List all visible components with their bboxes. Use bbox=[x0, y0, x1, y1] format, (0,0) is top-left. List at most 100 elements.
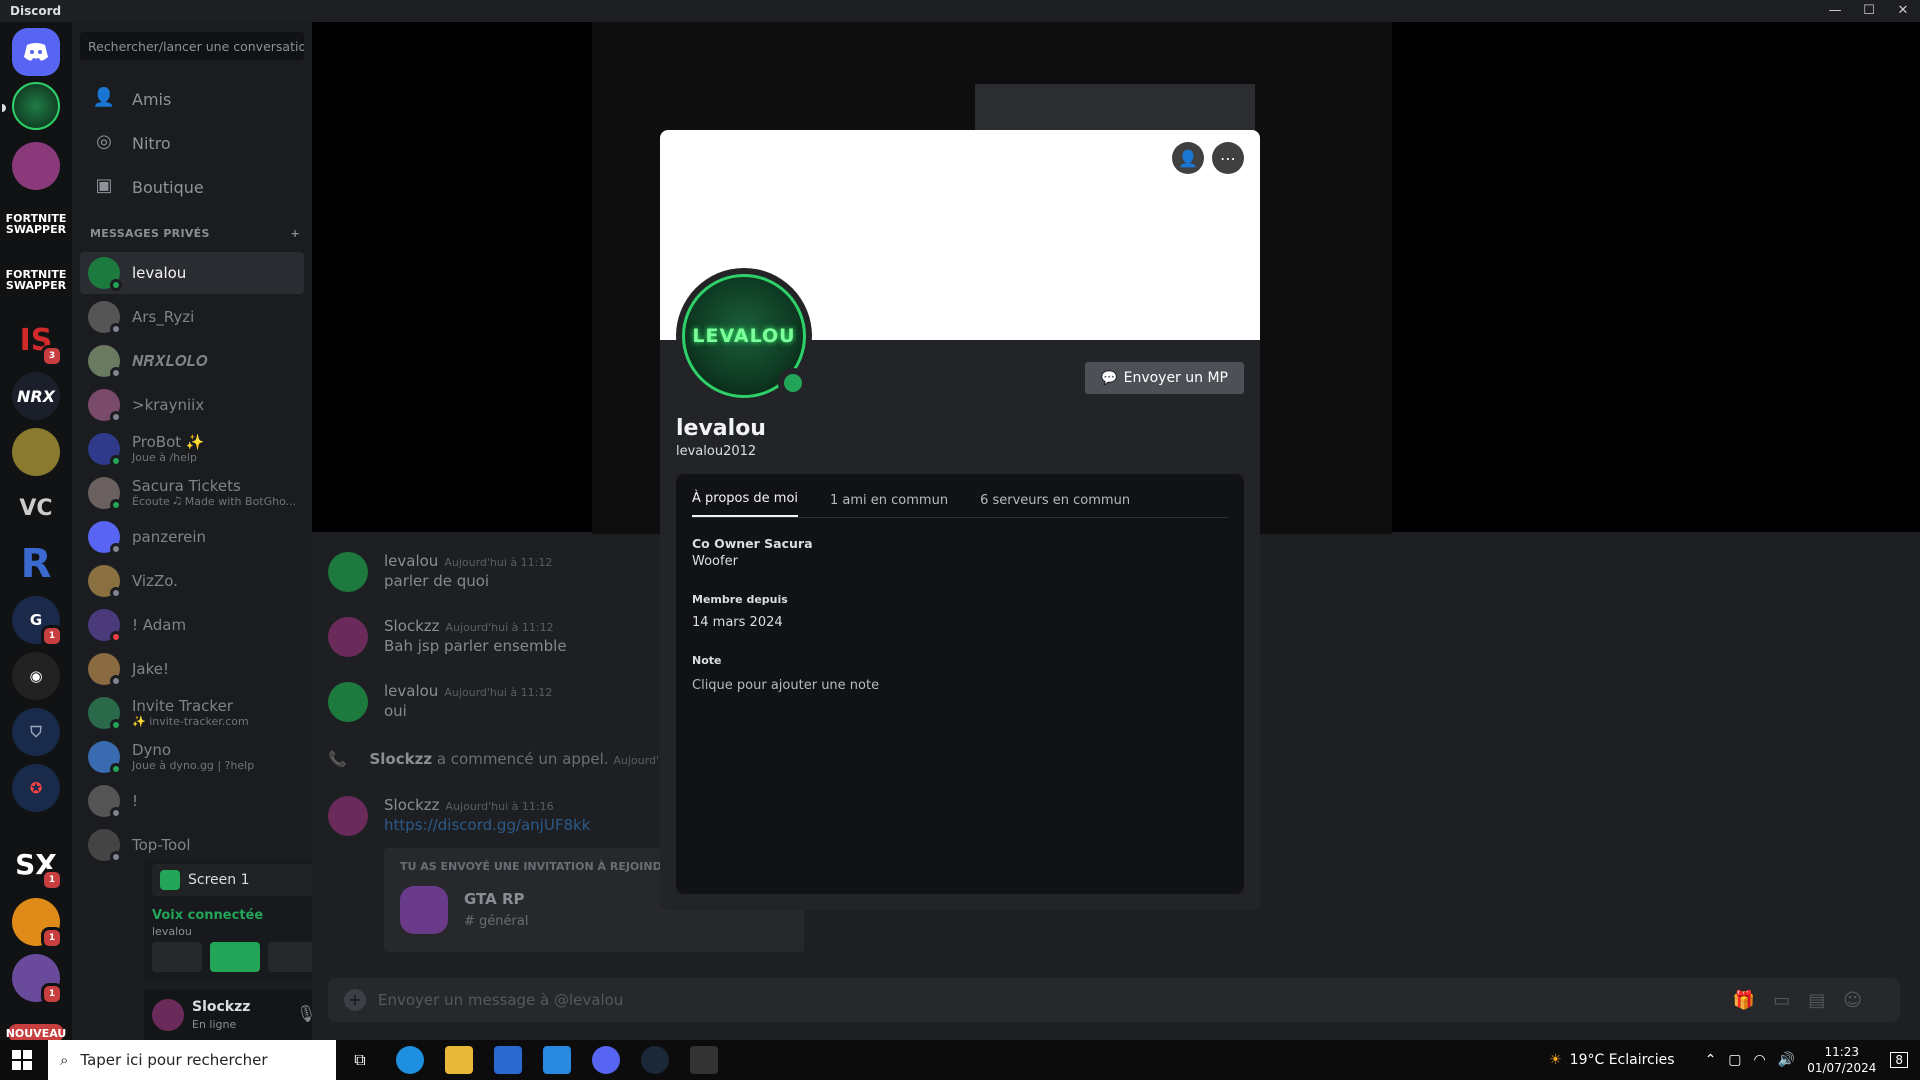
dm-item[interactable]: ProBot ✨ Joue à /help bbox=[80, 428, 304, 470]
composer-input[interactable]: Envoyer un message à @levalou bbox=[378, 991, 623, 1009]
network-icon[interactable]: ◠ bbox=[1754, 1052, 1766, 1068]
windows-start-icon[interactable] bbox=[12, 1050, 32, 1070]
note-input[interactable]: Clique pour ajouter une note bbox=[692, 678, 1228, 693]
message-author[interactable]: Slockzz Aujourd'hui à 11:16 bbox=[384, 796, 554, 814]
activity-button[interactable] bbox=[268, 942, 318, 972]
server-is-icon[interactable]: IS 3 bbox=[12, 316, 63, 367]
user-name: Slockzz bbox=[192, 999, 251, 1015]
dm-item[interactable]: Sacura Tickets Écoute 🎝 Made with BotGho.… bbox=[80, 472, 304, 514]
friends-icon: 👤 bbox=[92, 87, 116, 108]
server-r-icon[interactable]: R bbox=[12, 540, 60, 588]
tab-about[interactable]: À propos de moi bbox=[692, 491, 799, 517]
dm-item[interactable]: Jake! bbox=[80, 648, 304, 690]
chevron-up-icon[interactable]: ⌃ bbox=[1705, 1052, 1717, 1068]
nav-nitro[interactable]: ◎ Nitro bbox=[80, 122, 304, 164]
sticker-icon[interactable]: ▤ bbox=[1808, 990, 1843, 1011]
file-explorer-icon[interactable] bbox=[445, 1046, 473, 1074]
server-map-icon[interactable] bbox=[12, 428, 60, 476]
avatar bbox=[88, 653, 122, 687]
attach-plus-icon[interactable]: + bbox=[344, 989, 366, 1011]
avatar[interactable] bbox=[328, 617, 368, 657]
avatar[interactable] bbox=[328, 682, 368, 722]
server-g-icon[interactable]: G1 bbox=[12, 596, 63, 647]
gif-icon[interactable]: ▭ bbox=[1773, 990, 1808, 1011]
dm-item[interactable]: ! bbox=[80, 780, 304, 822]
dm-item[interactable]: >krayniix bbox=[80, 384, 304, 426]
more-options-icon[interactable]: ⋯ bbox=[1212, 142, 1244, 174]
camera-off-button[interactable] bbox=[152, 942, 202, 972]
server-nrx-icon[interactable]: NRX bbox=[12, 372, 60, 420]
taskbar-search[interactable]: ⌕ Taper ici pour rechercher bbox=[48, 1040, 336, 1080]
profile-display-name: levalou bbox=[676, 416, 766, 441]
clock[interactable]: 11:23 01/07/2024 bbox=[1807, 1044, 1876, 1076]
message-link[interactable]: https://discord.gg/anjUF8kk bbox=[384, 816, 590, 834]
message-text: Bah jsp parler ensemble bbox=[384, 637, 567, 655]
new-badge[interactable]: NOUVEAU bbox=[6, 1024, 66, 1040]
meet-icon[interactable]: ▢ bbox=[1728, 1052, 1741, 1068]
avatar[interactable] bbox=[328, 552, 368, 592]
server-fortnite-swapper-2-icon[interactable]: FORTNITE SWAPPER bbox=[6, 256, 67, 304]
dm-item[interactable]: Dyno Joue à dyno.gg | ?help bbox=[80, 736, 304, 778]
tab-mutual-friends[interactable]: 1 ami en commun bbox=[830, 493, 948, 517]
dm-name: Sacura Tickets bbox=[132, 477, 241, 495]
home-discord-icon[interactable] bbox=[12, 28, 60, 76]
profile-avatar[interactable]: LEVALOU bbox=[676, 268, 812, 404]
screen-share-button[interactable] bbox=[210, 942, 260, 972]
server-shield-icon[interactable]: ⛉ bbox=[12, 708, 60, 756]
close-button[interactable]: ✕ bbox=[1886, 0, 1920, 22]
volume-icon[interactable]: 🔊 bbox=[1778, 1052, 1795, 1068]
dm-item[interactable]: Ars_Ryzi bbox=[80, 296, 304, 338]
nav-shop[interactable]: ▣ Boutique bbox=[80, 166, 304, 208]
tab-mutual-servers[interactable]: 6 serveurs en commun bbox=[980, 493, 1130, 517]
dm-name: Invite Tracker bbox=[132, 697, 233, 715]
server-fortnite-swapper-icon[interactable]: FORTNITE SWAPPER bbox=[6, 200, 67, 248]
server-sx-icon[interactable]: SX 1 bbox=[12, 840, 63, 891]
dm-item[interactable]: ! Adam bbox=[80, 604, 304, 646]
steam-icon[interactable] bbox=[641, 1046, 669, 1074]
dm-item[interactable]: panzerein bbox=[80, 516, 304, 558]
server-fortnite-icon[interactable] bbox=[12, 142, 60, 190]
minimize-button[interactable]: — bbox=[1818, 0, 1852, 22]
search-input[interactable]: Rechercher/lancer une conversation bbox=[80, 32, 304, 60]
status-dot-icon bbox=[110, 455, 122, 467]
nav-friends[interactable]: 👤 Amis bbox=[80, 78, 304, 120]
message-composer[interactable]: + Envoyer un message à @levalou 🎁▭▤☺ bbox=[328, 978, 1900, 1022]
server-globe-icon[interactable]: ◉ bbox=[12, 652, 60, 700]
online-status-icon bbox=[778, 368, 808, 398]
dm-item[interactable]: Invite Tracker ✨ invite-tracker.com bbox=[80, 692, 304, 734]
dm-item[interactable]: VizZo. bbox=[80, 560, 304, 602]
maximize-button[interactable]: ☐ bbox=[1852, 0, 1886, 22]
avatar bbox=[88, 389, 122, 423]
notification-icon[interactable]: 8 bbox=[1890, 1052, 1908, 1068]
search-icon: ⌕ bbox=[60, 1051, 69, 1069]
add-dm-icon[interactable]: + bbox=[290, 227, 300, 240]
message-author[interactable]: Slockzz Aujourd'hui à 11:12 bbox=[384, 617, 554, 635]
server-wolf-icon[interactable]: 1 bbox=[12, 954, 63, 1005]
profile-tabs: À propos de moi 1 ami en commun 6 serveu… bbox=[692, 474, 1228, 518]
dm-item[interactable]: levalou bbox=[80, 252, 304, 294]
edge-icon[interactable] bbox=[396, 1046, 424, 1074]
task-view-icon[interactable]: ⧉ bbox=[346, 1046, 374, 1074]
message-author[interactable]: levalou Aujourd'hui à 11:12 bbox=[384, 552, 552, 570]
dm-name: ! Adam bbox=[132, 615, 187, 634]
epic-games-icon[interactable] bbox=[690, 1046, 718, 1074]
profile-modal: 👤 ⋯ LEVALOU 💬 Envoyer un MP levalou leval… bbox=[660, 130, 1260, 910]
dm-item[interactable]: Top-Tool bbox=[80, 824, 304, 866]
dm-item[interactable]: 𝑵𝑹𝑿𝑳𝑶𝑳𝑶 bbox=[80, 340, 304, 382]
server-police-icon[interactable]: ✪ bbox=[12, 764, 60, 812]
weather-text[interactable]: 19°C Eclaircies bbox=[1570, 1052, 1675, 1068]
send-message-button[interactable]: 💬 Envoyer un MP bbox=[1085, 362, 1244, 394]
server-orange-icon[interactable]: 1 bbox=[12, 898, 63, 949]
store-icon[interactable] bbox=[494, 1046, 522, 1074]
avatar[interactable] bbox=[152, 999, 184, 1031]
server-vc-icon[interactable]: VC bbox=[12, 484, 60, 532]
status-dot-icon bbox=[110, 499, 122, 511]
avatar[interactable] bbox=[328, 796, 368, 836]
message-author[interactable]: levalou Aujourd'hui à 11:12 bbox=[384, 682, 552, 700]
gift-icon[interactable]: 🎁 bbox=[1733, 990, 1773, 1011]
add-friend-icon[interactable]: 👤 bbox=[1172, 142, 1204, 174]
server-levalou-icon[interactable] bbox=[2, 82, 60, 130]
emoji-icon[interactable]: ☺ bbox=[1843, 990, 1880, 1011]
mail-icon[interactable] bbox=[543, 1046, 571, 1074]
discord-taskbar-icon[interactable] bbox=[592, 1046, 620, 1074]
